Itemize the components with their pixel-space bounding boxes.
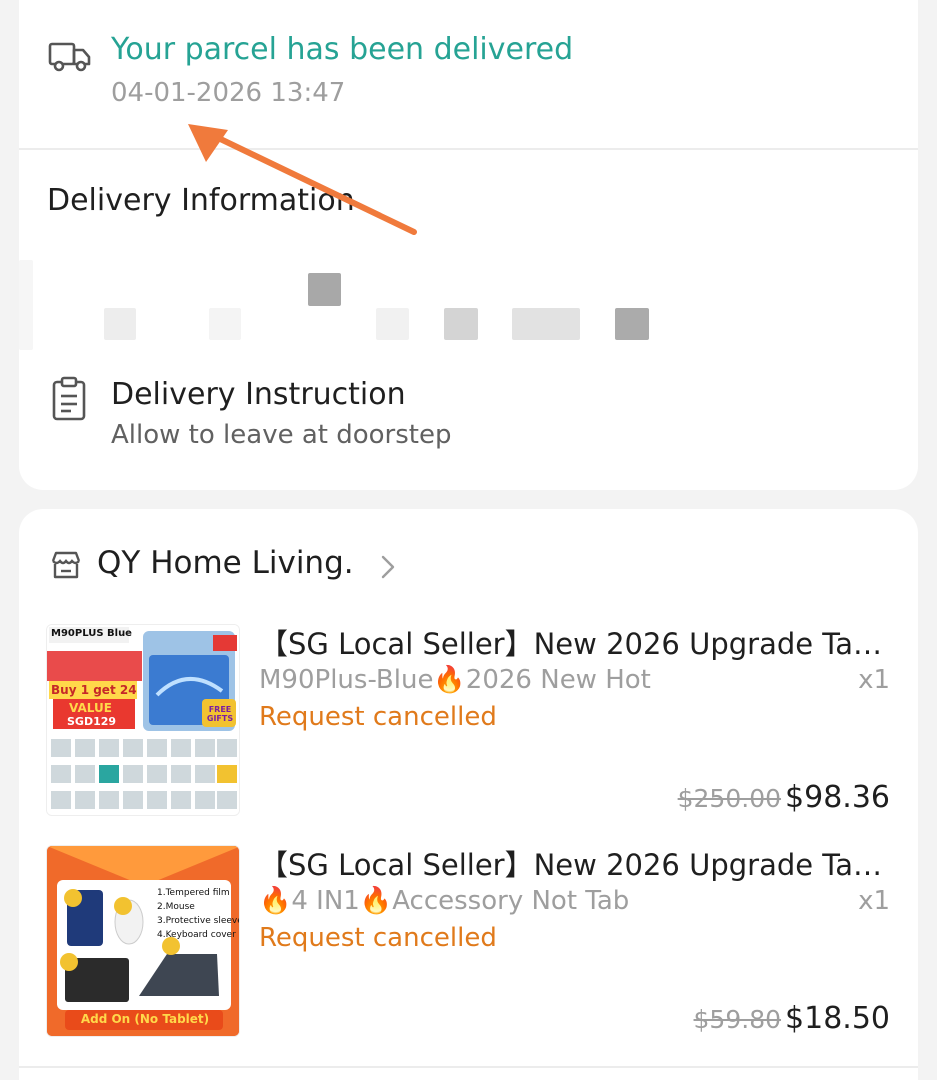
thumb-brand-label: M90PLUS Blue bbox=[51, 628, 132, 639]
thumb-value-amount: SGD129 bbox=[67, 715, 117, 728]
item-status: Request cancelled bbox=[259, 923, 497, 953]
shop-name[interactable]: QY Home Living. bbox=[97, 545, 354, 581]
product-thumbnail[interactable]: 1.Tempered film 2.Mouse 3.Protective sle… bbox=[46, 845, 240, 1037]
divider bbox=[19, 148, 918, 150]
delivery-instruction-label: Delivery Instruction bbox=[111, 377, 406, 412]
item-title[interactable]: 【SG Local Seller】New 2026 Upgrade Tablet bbox=[259, 621, 884, 663]
delivery-status-title: Your parcel has been delivered bbox=[111, 32, 574, 67]
thumb-value-label: VALUE bbox=[69, 701, 112, 715]
item-quantity: x1 bbox=[858, 665, 890, 695]
store-icon bbox=[51, 551, 81, 579]
thumb-item-list-1: 1.Tempered film bbox=[157, 888, 230, 898]
item-quantity: x1 bbox=[858, 886, 890, 916]
item-status: Request cancelled bbox=[259, 702, 497, 732]
item-price-row: $250.00 $98.36 bbox=[678, 780, 890, 815]
item-title[interactable]: 【SG Local Seller】New 2026 Upgrade Tablet bbox=[259, 842, 884, 884]
delivery-card bbox=[19, 0, 918, 490]
thumb-promo-label: Buy 1 get 24 bbox=[51, 683, 137, 697]
clipboard-icon bbox=[52, 376, 86, 421]
chevron-right-icon[interactable] bbox=[380, 554, 396, 580]
item-variant: 🔥4 IN1🔥Accessory Not Tab bbox=[259, 886, 630, 916]
item-price-row: $59.80 $18.50 bbox=[694, 1001, 890, 1036]
item-price: $18.50 bbox=[785, 1001, 890, 1036]
thumb-item-list-4: 4.Keyboard cover bbox=[157, 930, 236, 940]
item-original-price: $250.00 bbox=[677, 784, 782, 813]
item-price: $98.36 bbox=[785, 780, 890, 815]
truck-icon bbox=[48, 42, 91, 72]
thumb-gift-label: FREE GIFTS bbox=[206, 705, 234, 723]
thumb-item-list-2: 2.Mouse bbox=[157, 902, 195, 912]
item-original-price: $59.80 bbox=[693, 1005, 782, 1034]
delivery-status-time: 04-01-2026 13:47 bbox=[111, 78, 346, 108]
delivery-instruction-value: Allow to leave at doorstep bbox=[111, 420, 452, 450]
divider bbox=[19, 1066, 918, 1068]
annotation-arrow-icon bbox=[188, 124, 417, 235]
thumb-item-list-3: 3.Protective sleeve bbox=[157, 916, 240, 926]
thumb-footer-label: Add On (No Tablet) bbox=[80, 1012, 210, 1026]
redacted-address bbox=[19, 250, 719, 360]
item-variant: M90Plus-Blue🔥2026 New Hot bbox=[259, 665, 651, 695]
product-image-accessories bbox=[47, 846, 239, 1036]
product-thumbnail[interactable]: M90PLUS Blue Buy 1 get 24 VALUE SGD129 F… bbox=[46, 624, 240, 816]
